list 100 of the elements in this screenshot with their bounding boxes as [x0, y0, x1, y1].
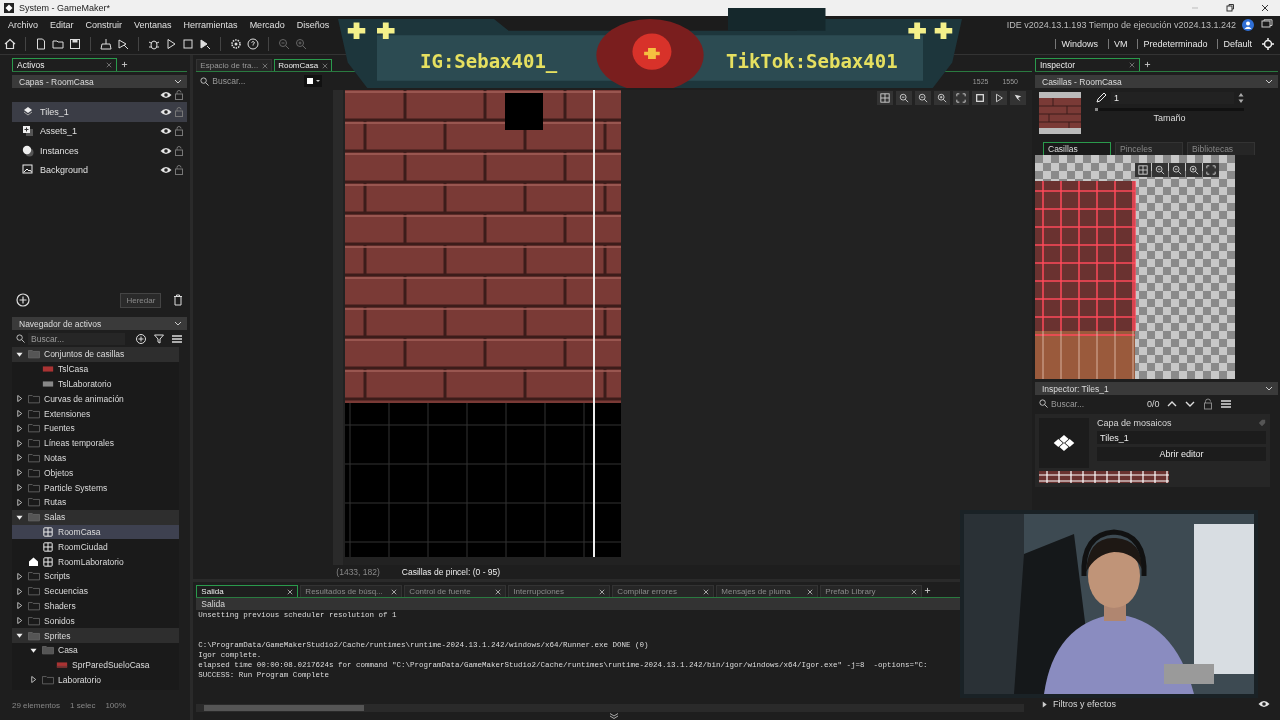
spinner-icon[interactable]: [1238, 92, 1244, 104]
bug-icon[interactable]: [148, 37, 160, 50]
target-option[interactable]: Default: [1217, 38, 1257, 49]
output-tab[interactable]: Salida: [196, 585, 299, 597]
lock-icon[interactable]: [175, 90, 184, 100]
layer-item[interactable]: Tiles_1: [12, 102, 188, 122]
visibility-icon[interactable]: [160, 91, 173, 99]
new-file-icon[interactable]: [35, 37, 47, 50]
target-option[interactable]: VM: [1107, 38, 1133, 49]
zoom-in-icon[interactable]: [934, 91, 950, 105]
add-tab-icon[interactable]: [121, 61, 128, 68]
output-tab[interactable]: Compilar errores: [612, 585, 715, 597]
save-icon[interactable]: [69, 37, 81, 50]
caret-icon[interactable]: [16, 587, 23, 595]
play-icon[interactable]: [165, 37, 177, 50]
scrollbar-thumb[interactable]: [204, 705, 365, 711]
target-option[interactable]: Windows: [1055, 38, 1103, 49]
caret-icon[interactable]: [16, 410, 23, 418]
tree-item[interactable]: Rutas: [12, 494, 180, 510]
tree-item[interactable]: Laboratorio: [12, 672, 180, 688]
menu-item[interactable]: Mercado: [249, 19, 285, 30]
lock-icon[interactable]: [175, 106, 184, 117]
tree-item[interactable]: Objetos: [12, 465, 180, 481]
broom-icon[interactable]: [100, 37, 112, 50]
tileset-tab[interactable]: Casillas: [1043, 142, 1111, 155]
tree-item[interactable]: Sonidos: [12, 613, 180, 629]
caret-icon[interactable]: [16, 439, 23, 447]
caret-icon[interactable]: [16, 424, 23, 432]
tileset-dropdown[interactable]: Casillas - RoomCasa: [1035, 75, 1278, 88]
play-icon[interactable]: [991, 91, 1007, 105]
asset-browser-dropdown[interactable]: Navegador de activos: [12, 317, 188, 330]
tree-item[interactable]: SprParedSueloCasa: [12, 657, 180, 673]
tree-item[interactable]: Conjuntos de casillas: [12, 347, 180, 362]
chevron-down-icon[interactable]: [174, 79, 183, 84]
tree-item[interactable]: Particle Systems: [12, 480, 180, 495]
stop-icon[interactable]: [182, 37, 194, 50]
user-icon[interactable]: [1242, 18, 1254, 31]
tree-item[interactable]: TslLaboratorio: [12, 376, 180, 392]
grid-icon[interactable]: [1135, 163, 1151, 177]
menu-item[interactable]: Ventanas: [134, 19, 172, 30]
caret-icon[interactable]: [30, 676, 37, 684]
add-tab-icon[interactable]: [1144, 61, 1151, 68]
view-dropdown[interactable]: [304, 75, 323, 87]
menu-item[interactable]: Editar: [50, 19, 74, 30]
menu-item[interactable]: Construir: [85, 19, 123, 30]
caret-icon[interactable]: [16, 469, 23, 477]
trash-icon[interactable]: [173, 294, 184, 306]
visibility-icon[interactable]: [160, 146, 173, 155]
zoom-out-icon[interactable]: [1152, 163, 1168, 177]
room-canvas-drawing[interactable]: [345, 90, 622, 557]
tree-item[interactable]: RoomLaboratorio: [12, 554, 180, 569]
editor-tab[interactable]: RoomCasa: [274, 59, 333, 71]
lock-icon[interactable]: [175, 145, 184, 156]
visibility-icon[interactable]: [160, 127, 173, 136]
tree-item[interactable]: Secuencias: [12, 583, 180, 599]
caret-icon[interactable]: [16, 395, 23, 403]
tree-item[interactable]: Casa: [12, 642, 180, 658]
flag-icon[interactable]: [1010, 91, 1026, 105]
tree-item[interactable]: Líneas temporales: [12, 435, 180, 451]
caret-icon[interactable]: [16, 617, 23, 625]
open-editor-button[interactable]: Abrir editor: [1097, 447, 1266, 461]
caret-icon[interactable]: [16, 498, 23, 506]
visibility-icon[interactable]: [160, 107, 173, 116]
home-icon[interactable]: [4, 37, 16, 50]
run-icon[interactable]: [199, 37, 211, 50]
tree-item[interactable]: Curvas de animación: [12, 391, 180, 407]
add-layer-icon[interactable]: [16, 293, 30, 307]
tree-item[interactable]: Salas: [12, 509, 180, 525]
caret-icon[interactable]: [16, 602, 23, 610]
chevron-down-icon[interactable]: [1265, 386, 1273, 391]
output-tab[interactable]: Mensajes de pluma: [716, 585, 819, 597]
panel-tab[interactable]: Activos: [12, 58, 117, 71]
add-tab-icon[interactable]: [924, 587, 932, 594]
tree-item[interactable]: Scripts: [12, 568, 180, 584]
visibility-icon[interactable]: [160, 166, 173, 175]
tree-item[interactable]: Sprites: [12, 628, 180, 643]
caret-icon[interactable]: [16, 484, 23, 492]
tree-item[interactable]: Fuentes: [12, 421, 180, 436]
lock-icon[interactable]: [175, 126, 184, 137]
settings-icon[interactable]: [230, 37, 242, 50]
panel-tab[interactable]: Inspector: [1035, 58, 1140, 71]
tree-item[interactable]: RoomCiudad: [12, 539, 180, 555]
chat-icon[interactable]: [1261, 18, 1273, 31]
menu-item[interactable]: Archivo: [8, 19, 38, 30]
tree-item[interactable]: TslCasa: [12, 361, 180, 377]
search-field[interactable]: Buscar...: [28, 332, 126, 345]
caret-icon[interactable]: [16, 513, 23, 521]
menu-item[interactable]: Herramientas: [183, 19, 238, 30]
fit-icon[interactable]: [1203, 163, 1219, 177]
zoom-reset-icon[interactable]: [915, 91, 931, 105]
add-icon[interactable]: [135, 332, 148, 345]
tree-item[interactable]: Shaders: [12, 598, 180, 614]
caret-icon[interactable]: [16, 572, 23, 580]
tree-item[interactable]: Extensiones: [12, 406, 180, 421]
frame-icon[interactable]: [972, 91, 988, 105]
chevron-down-icon[interactable]: [174, 321, 183, 326]
zoom-out-icon[interactable]: [896, 91, 912, 105]
close-icon[interactable]: [1260, 3, 1270, 13]
visibility-icon[interactable]: [1258, 700, 1270, 708]
filter-icon[interactable]: [153, 332, 166, 345]
